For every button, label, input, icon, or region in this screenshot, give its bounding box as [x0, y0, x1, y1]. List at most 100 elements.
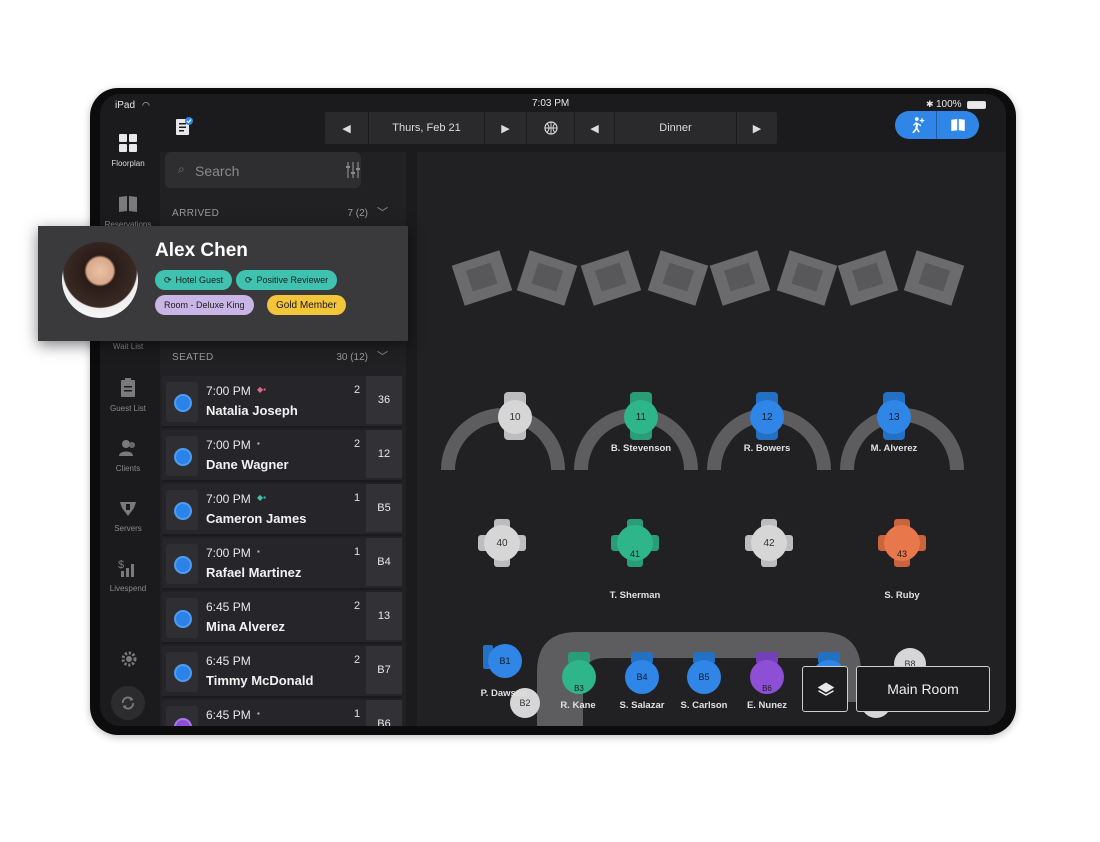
table-43-guest: S. Ruby — [884, 590, 920, 601]
table-badge[interactable]: 36 — [366, 376, 402, 424]
party-size: 2 — [354, 438, 361, 450]
svg-text:$: $ — [118, 559, 124, 571]
sidebar-item-servers[interactable]: Servers — [100, 496, 161, 536]
table-11[interactable]: 11 — [624, 400, 658, 434]
table-badge[interactable]: B7 — [366, 646, 402, 694]
reservation-time: 6:45 PM — [206, 708, 251, 722]
date-shift-toolbar: ◀ Thurs, Feb 21 ▶ ◀ Dinner ▶ — [325, 112, 777, 144]
tag-gold-member: Gold Member — [267, 295, 346, 315]
sidebar-item-label: Wait List — [112, 342, 144, 351]
table-10[interactable]: 10 — [498, 400, 532, 434]
guest-name: Cameron James — [206, 511, 307, 526]
status-circle-icon — [174, 610, 192, 628]
search-placeholder: Search — [195, 163, 240, 179]
add-reservation-button[interactable] — [937, 111, 979, 139]
reservation-row[interactable]: 6:45 PM Mina Alverez 2 13 — [162, 592, 402, 644]
tag-icon: ◆▪ — [257, 385, 266, 394]
table-12[interactable]: 12 — [750, 400, 784, 434]
server-icon — [120, 502, 136, 516]
walk-in-button[interactable] — [895, 111, 937, 139]
sidebar-item-clients[interactable]: Clients — [100, 436, 161, 476]
basketball-icon — [543, 121, 558, 135]
reservation-row[interactable]: 7:00 PM ▪ Dane Wagner 2 12 — [162, 430, 402, 482]
status-circle-icon — [174, 556, 192, 574]
note-icon: ▪ — [257, 709, 260, 718]
table-41[interactable]: 41 — [617, 525, 653, 561]
people-icon — [119, 440, 135, 456]
view-toggle — [895, 111, 979, 139]
status-circle-icon — [174, 448, 192, 466]
bar-seat-b5[interactable]: B5 — [687, 660, 721, 694]
reservation-time: 6:45 PM — [206, 654, 251, 668]
shift-overview-button[interactable] — [527, 112, 575, 144]
sidebar-item-livespend[interactable]: $ Livespend — [100, 556, 161, 596]
chevron-left-icon: ◀ — [590, 122, 599, 135]
status-time: 7:03 PM — [532, 98, 570, 109]
next-shift-button[interactable]: ▶ — [737, 112, 777, 144]
status-cell — [166, 544, 198, 584]
reservation-time: 7:00 PM — [206, 546, 251, 560]
sidebar-item-floorplan[interactable]: Floorplan — [100, 131, 161, 171]
guest-name-title: Alex Chen — [155, 240, 248, 261]
table-13[interactable]: 13 — [877, 400, 911, 434]
tag-label: Positive Reviewer — [256, 275, 329, 285]
reservation-time: 7:00 PM — [206, 384, 251, 398]
next-date-button[interactable]: ▶ — [485, 112, 527, 144]
chevron-left-icon: ◀ — [342, 122, 351, 135]
table-badge[interactable]: 12 — [366, 430, 402, 478]
bar-seat-b4[interactable]: B4 — [625, 660, 659, 694]
status-cell — [166, 436, 198, 476]
sync-icon — [121, 696, 135, 710]
table-badge[interactable]: B4 — [366, 538, 402, 586]
table-40[interactable]: 40 — [484, 525, 520, 561]
reservation-row[interactable]: 6:45 PM ▪ 1 B6 — [162, 700, 402, 726]
reservation-time: 7:00 PM — [206, 438, 251, 452]
bluetooth-icon: ✱ — [926, 99, 934, 109]
date-display[interactable]: Thurs, Feb 21 — [369, 112, 485, 144]
table-badge[interactable]: B5 — [366, 484, 402, 532]
settings-gear-icon[interactable] — [120, 650, 138, 668]
reservation-time: 6:45 PM — [206, 600, 251, 614]
floorplan-canvas: 10 11 B. Stevenson 12 R. Bowers 13 M. Al… — [417, 152, 1006, 726]
party-size: 2 — [354, 600, 361, 612]
seated-section-count: 30 (12) — [336, 352, 368, 363]
table-badge[interactable]: B6 — [366, 700, 402, 726]
status-circle-icon — [174, 502, 192, 520]
table-13-guest: M. Alverez — [870, 443, 918, 454]
table-43[interactable]: 43 — [884, 525, 920, 561]
shift-display[interactable]: Dinner — [615, 112, 737, 144]
room-selector-button[interactable]: Main Room — [856, 666, 990, 712]
guest-name: Mina Alverez — [206, 619, 285, 634]
guest-profile-popup[interactable]: Alex Chen ⟳ Hotel Guest ⟳ Positive Reviewe… — [38, 226, 408, 341]
layers-button[interactable] — [802, 666, 848, 712]
note-icon: ▪ — [257, 547, 260, 556]
reservation-row[interactable]: 7:00 PM ◆▪ Natalia Joseph 2 36 — [162, 376, 402, 428]
arrived-collapse-chevron-icon[interactable]: ﹀ — [377, 204, 388, 220]
app-screen: iPad ◠ 7:03 PM ✱ 100% Floorplan Reservat… — [100, 94, 1006, 726]
status-battery: 100% — [936, 99, 962, 110]
status-cell — [166, 598, 198, 638]
layers-icon — [817, 682, 835, 696]
tag-label: Hotel Guest — [175, 275, 224, 285]
prev-shift-button[interactable]: ◀ — [575, 112, 615, 144]
bar-seat-b6[interactable]: B6 — [750, 660, 784, 694]
reservation-time: 7:00 PM — [206, 492, 251, 506]
table-12-guest: R. Bowers — [743, 443, 791, 454]
reservation-row[interactable]: 7:00 PM ▪ Rafael Martinez 1 B4 — [162, 538, 402, 590]
filter-sliders-icon[interactable] — [345, 161, 361, 179]
party-size: 2 — [354, 654, 361, 666]
reservation-row[interactable]: 7:00 PM ◆▪ Cameron James 1 B5 — [162, 484, 402, 536]
notes-icon[interactable] — [174, 116, 194, 138]
sidebar-item-guest-list[interactable]: Guest List — [100, 376, 161, 416]
search-input[interactable]: ⌕ Search — [165, 152, 361, 188]
bar-seat-b3[interactable]: B3 — [562, 660, 596, 694]
party-size: 1 — [354, 492, 361, 504]
table-42[interactable]: 42 — [751, 525, 787, 561]
reservation-row[interactable]: 6:45 PM Timmy McDonald 2 B7 — [162, 646, 402, 698]
note-icon: ▪ — [257, 439, 260, 448]
prev-date-button[interactable]: ◀ — [325, 112, 369, 144]
bar-seat-b1[interactable]: B1 — [488, 644, 522, 678]
sync-button[interactable] — [111, 686, 145, 720]
seated-collapse-chevron-icon[interactable]: ﹀ — [377, 348, 388, 364]
table-badge[interactable]: 13 — [366, 592, 402, 640]
